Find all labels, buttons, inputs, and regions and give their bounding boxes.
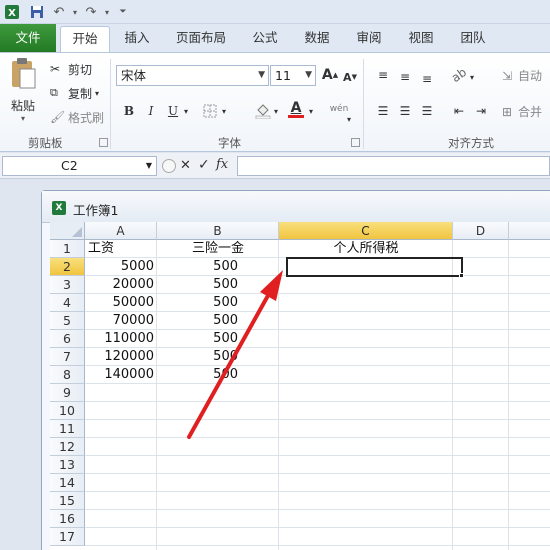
annotation-arrow <box>187 270 283 439</box>
